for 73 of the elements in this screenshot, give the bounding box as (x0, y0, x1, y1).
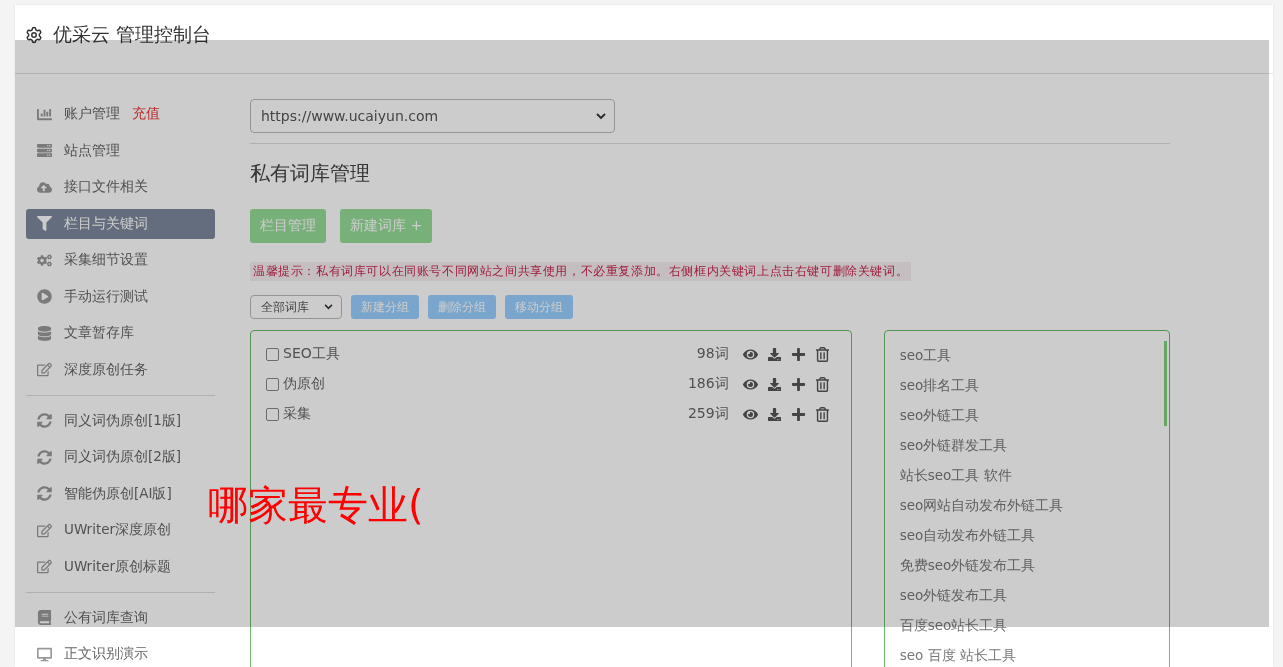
sidebar-item[interactable]: 账户管理 充值 (26, 99, 215, 129)
keyword-item[interactable]: seo外链发布工具 (899, 581, 1154, 611)
gears-icon (37, 252, 52, 268)
keyword-item[interactable]: seo 百度 站长工具 (899, 641, 1154, 667)
filter-icon (37, 216, 52, 231)
library-checkbox[interactable] (266, 347, 279, 361)
sidebar-item-label: 站点管理 (64, 141, 120, 160)
caret-icon (324, 304, 333, 310)
keyword-item[interactable]: seo自动发布外链工具 (899, 521, 1154, 551)
site-select[interactable]: https://www.ucaiyun.com (250, 99, 615, 133)
sidebar-item-label: 智能伪原创[AI版] (64, 484, 172, 503)
sidebar-item-label: 同义词伪原创[1版] (64, 411, 182, 430)
sidebar-item-label: 手动运行测试 (64, 287, 148, 306)
keyword-item[interactable]: seo工具 (899, 341, 1154, 371)
keyword-item[interactable]: 站长seo工具 软件 (899, 461, 1154, 491)
page-title: 私有词库管理 (250, 160, 371, 187)
keyword-item[interactable]: 百度seo站长工具 (899, 611, 1154, 641)
database-icon (37, 325, 52, 341)
keyword-item[interactable]: seo外链群发工具 (899, 431, 1154, 461)
play-icon (37, 289, 52, 304)
scrollbar-thumb[interactable] (1164, 341, 1167, 426)
monitor-icon (37, 646, 52, 662)
edit-icon (37, 522, 52, 538)
keyword-item[interactable]: seo外链工具 (899, 401, 1154, 431)
keyword-item[interactable]: seo排名工具 (899, 371, 1154, 401)
edit-icon (37, 362, 52, 377)
group-select[interactable]: 全部词库 (250, 295, 342, 319)
sidebar-item[interactable]: 文章暂存库 (26, 318, 215, 348)
edit-icon (37, 559, 52, 574)
library-checkbox[interactable] (266, 407, 279, 421)
sidebar-item-label: 公有词库查询 (64, 608, 148, 627)
sidebar-item[interactable]: 同义词伪原创[2版] (26, 442, 215, 472)
library-name: SEO工具 (283, 345, 340, 363)
sidebar-item[interactable]: 公有词库查询 (26, 602, 215, 633)
word-count: 186词 (687, 375, 729, 393)
console-title: 优采云 管理控制台 (53, 22, 212, 47)
sidebar-item-label: 账户管理 (64, 105, 120, 123)
keyword-item[interactable]: seo网站自动发布外链工具 (899, 491, 1154, 521)
tip-text: 温馨提示：私有词库可以在同账号不同网站之间共享使用，不必重复添加。右侧框内关键词上点击右键可删除关键词。 (250, 262, 912, 281)
sidebar-item[interactable]: 同义词伪原创[1版] (26, 405, 215, 436)
library-name: 伪原创 (283, 375, 325, 393)
sidebar-item[interactable]: 正文识别演示 (26, 639, 215, 667)
refresh-icon (37, 449, 52, 465)
refresh-icon (37, 486, 52, 501)
sidebar-item[interactable]: 深度原创任务 (26, 354, 215, 385)
bar-chart-icon (37, 106, 52, 122)
book-icon (37, 610, 52, 625)
sidebar-item[interactable]: UWriter原创标题 (26, 551, 215, 582)
sidebar-item[interactable]: 栏目与关键词 (26, 208, 215, 239)
sidebar-item-label: 文章暂存库 (64, 324, 134, 342)
keyword-item[interactable]: 免费seo外链发布工具 (899, 551, 1154, 581)
word-count: 259词 (687, 405, 729, 423)
sidebar-item[interactable]: 接口文件相关 (26, 172, 215, 202)
sidebar-item[interactable]: 站点管理 (26, 135, 215, 166)
caret-icon (596, 112, 606, 120)
sidebar-item-label: 采集细节设置 (64, 251, 148, 269)
sidebar-item[interactable]: 采集细节设置 (26, 245, 215, 275)
cloud-upload-icon (37, 179, 52, 195)
word-count: 98词 (696, 345, 729, 363)
refresh-icon (37, 413, 52, 428)
sidebar-item-label: 同义词伪原创[2版] (64, 448, 182, 466)
library-checkbox[interactable] (266, 377, 279, 391)
library-name: 采集 (283, 405, 311, 423)
sidebar-item-label: 正文识别演示 (64, 645, 148, 663)
server-icon (37, 143, 52, 158)
recharge-link[interactable]: 充值 (132, 105, 160, 123)
sidebar-item-label: 栏目与关键词 (64, 214, 148, 233)
sidebar-item-label: UWriter原创标题 (64, 557, 172, 576)
sidebar-item[interactable]: 手动运行测试 (26, 281, 215, 312)
sidebar-item-label: UWriter深度原创 (64, 521, 172, 539)
settings-icon (25, 26, 43, 44)
sidebar-item-label: 接口文件相关 (64, 178, 148, 196)
sidebar-item-label: 深度原创任务 (64, 360, 148, 379)
